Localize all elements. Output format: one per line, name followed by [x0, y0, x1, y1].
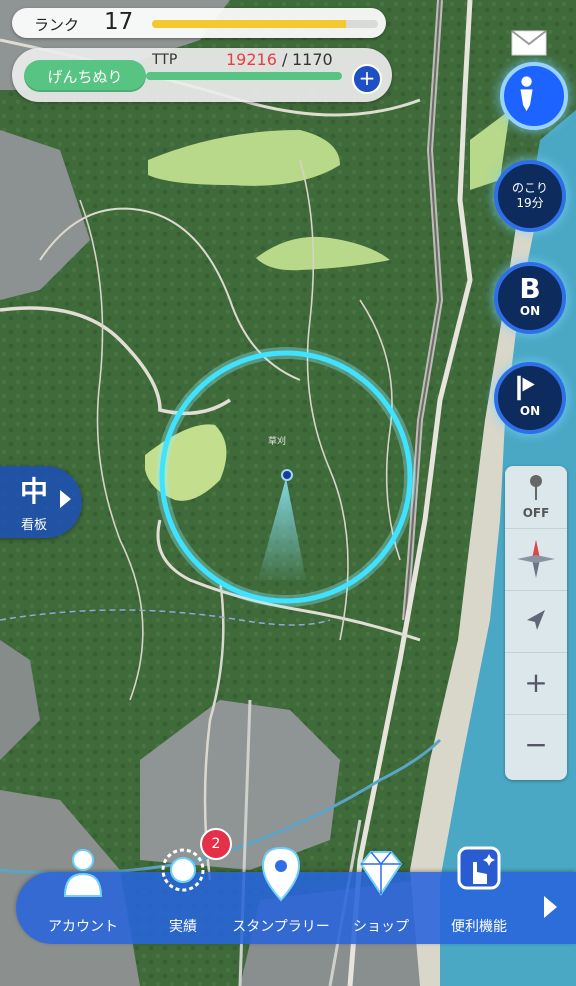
b-label: B: [519, 272, 541, 305]
nav-label-utilities: 便利機能: [451, 919, 507, 935]
rank-value: 17: [104, 9, 134, 35]
locate-me-button[interactable]: [500, 62, 568, 130]
remaining-label: のこり: [511, 181, 548, 195]
pin-toggle-button[interactable]: OFF: [505, 466, 567, 529]
map-place-label: 草刈: [268, 435, 286, 447]
zoom-out-button[interactable]: −: [505, 714, 567, 776]
flag-toggle-button[interactable]: ON: [494, 362, 566, 434]
rank-progress-fill: [152, 20, 347, 28]
billboard-panel-tab[interactable]: 中 看板: [0, 466, 82, 538]
bottom-navigation: アカウント 実績 スタンプラリー ショップ 便利機能: [16, 846, 576, 944]
add-ttp-button[interactable]: +: [352, 64, 382, 94]
billboard-kanji-icon: 中: [19, 475, 48, 508]
nav-item-utilities[interactable]: 便利機能: [424, 844, 534, 940]
zoom-in-button[interactable]: +: [505, 652, 567, 715]
map-control-panel: OFF + −: [505, 466, 567, 780]
nav-item-account[interactable]: アカウント: [28, 844, 138, 940]
current-location-dot: [281, 469, 293, 481]
person-pin-icon: [520, 76, 533, 112]
nav-item-stamp-rally[interactable]: スタンプラリー: [226, 844, 336, 940]
flag-icon: [517, 375, 535, 401]
nav-label-stamp-rally: スタンプラリー: [232, 919, 330, 935]
map-view[interactable]: 草刈: [0, 0, 576, 986]
genchi-nuri-button[interactable]: げんちぬり: [24, 60, 146, 92]
nav-label-shop: ショップ: [353, 919, 409, 935]
tap-sparkle-icon: [457, 846, 501, 890]
nav-item-shop[interactable]: ショップ: [326, 844, 436, 940]
flag-state: ON: [519, 404, 541, 418]
plus-icon: +: [358, 66, 376, 90]
navigation-arrow-icon: [527, 610, 545, 630]
zoom-in-icon: +: [524, 666, 548, 699]
ttp-progress: [146, 72, 342, 80]
remaining-time-button[interactable]: のこり 19分: [494, 160, 566, 232]
map-app-screen: { "header": { "rank_label": "ランク", "rank…: [0, 0, 576, 986]
rank-bar: ランク 17: [12, 8, 386, 38]
pin-icon: [530, 475, 542, 500]
pin-off-label: OFF: [522, 506, 550, 520]
rank-label: ランク: [34, 16, 80, 34]
nav-label-achievements: 実績: [169, 919, 197, 935]
ttp-label: TTP: [152, 52, 178, 68]
rank-progress-track: [152, 20, 378, 28]
chevron-right-icon[interactable]: [544, 896, 557, 918]
ttp-max: 1170: [292, 50, 333, 69]
person-icon: [63, 849, 103, 897]
map-pin-icon: [261, 846, 301, 902]
ttp-separator: /: [282, 50, 288, 69]
ttp-current: 19216: [226, 50, 277, 69]
navigation-button[interactable]: [505, 590, 567, 653]
nav-label-account: アカウント: [48, 919, 118, 935]
envelope-icon[interactable]: [511, 30, 547, 56]
billboard-label: 看板: [20, 518, 47, 533]
compass-icon: [517, 540, 555, 578]
compass-button[interactable]: [505, 528, 567, 591]
billboard-toggle-button[interactable]: B ON: [494, 262, 566, 334]
ttp-bar: げんちぬり TTP 19216 / 1170 +: [12, 48, 392, 102]
diamond-icon: [359, 851, 403, 896]
medal-icon: [161, 848, 205, 892]
achievements-badge: 2: [200, 828, 232, 860]
remaining-minutes: 19分: [516, 196, 544, 210]
chevron-right-icon: [60, 490, 71, 508]
zoom-out-icon: −: [524, 728, 548, 761]
b-state: ON: [519, 304, 541, 318]
